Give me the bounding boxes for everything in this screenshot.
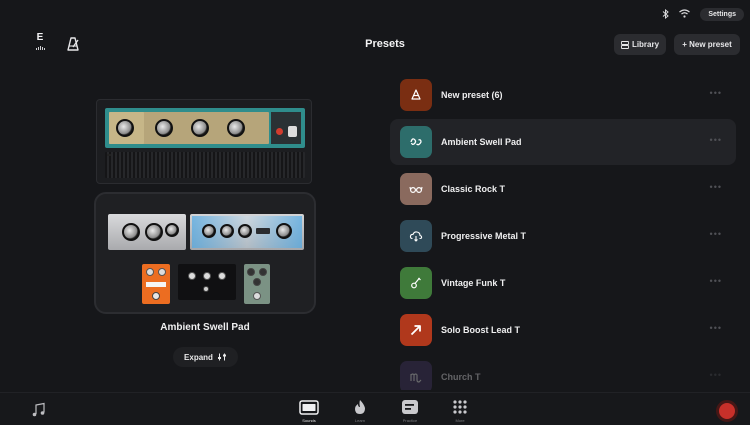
sliders-icon <box>217 353 226 361</box>
library-label: Library <box>631 40 660 49</box>
tab-practice[interactable]: Practice <box>395 398 425 423</box>
pedal-image <box>142 264 170 304</box>
pedal-image <box>244 264 270 304</box>
music-note-icon <box>32 402 45 417</box>
glasses-icon <box>400 173 432 205</box>
effects-board-image <box>94 192 316 314</box>
tab-sounds[interactable]: Sounds <box>294 398 324 423</box>
amp-knob <box>155 119 173 137</box>
practice-icon <box>402 400 418 414</box>
new-preset-label: + New preset <box>682 40 732 49</box>
more-icon[interactable]: ••• <box>710 276 722 286</box>
preset-row[interactable]: Solo Boost Lead T ••• <box>390 307 736 353</box>
tab-more[interactable]: More <box>445 398 475 423</box>
scorpio-icon <box>400 361 432 390</box>
rig-visual[interactable] <box>92 96 318 314</box>
wifi-icon <box>679 9 691 20</box>
status-icons: Settings <box>662 8 744 21</box>
header: E Presets Library + New preset <box>0 28 750 62</box>
amp-knob <box>227 119 245 137</box>
amp-icon <box>299 399 319 415</box>
preset-row[interactable]: Church T ••• <box>390 354 736 390</box>
rack-unit-image <box>108 214 186 250</box>
preset-name: Classic Rock T <box>441 184 506 194</box>
amp-logo <box>107 154 111 156</box>
preset-row-selected[interactable]: Ambient Swell Pad ••• <box>390 119 736 165</box>
tab-label: More <box>455 418 465 423</box>
library-icon <box>620 40 629 49</box>
arrow-icon <box>400 314 432 346</box>
guitar-icon <box>400 267 432 299</box>
tab-learn[interactable]: Learn <box>345 398 375 423</box>
preset-row[interactable]: Classic Rock T ••• <box>390 166 736 212</box>
preset-row[interactable]: New preset (6) ••• <box>390 72 736 118</box>
preset-name: Church T <box>441 372 481 382</box>
current-preset-name: Ambient Swell Pad <box>160 322 250 333</box>
rack-unit-image <box>190 214 304 250</box>
amp-control-panel <box>105 108 305 148</box>
new-preset-button[interactable]: + New preset <box>674 34 740 55</box>
more-icon[interactable]: ••• <box>710 88 722 98</box>
amp-grille <box>105 152 305 178</box>
tab-label: Practice <box>402 418 418 423</box>
more-icon[interactable]: ••• <box>710 323 722 333</box>
preset-name: Vintage Funk T <box>441 278 506 288</box>
record-button[interactable] <box>716 400 738 422</box>
preset-row[interactable]: Vintage Funk T ••• <box>390 260 736 306</box>
status-bar: Settings <box>0 0 750 28</box>
preset-name: Ambient Swell Pad <box>441 137 522 147</box>
tab-label: Learn <box>354 418 366 423</box>
more-icon[interactable]: ••• <box>710 229 722 239</box>
more-icon[interactable]: ••• <box>710 370 722 380</box>
preset-row[interactable]: Progressive Metal T ••• <box>390 213 736 259</box>
bluetooth-icon <box>662 8 670 21</box>
grid-icon <box>453 400 467 414</box>
tab-label: Sounds <box>302 418 316 423</box>
amp-knob <box>191 119 209 137</box>
expand-button[interactable]: Expand <box>173 347 238 367</box>
expand-label: Expand <box>184 352 213 362</box>
amp-head-image <box>96 99 312 184</box>
pedal-image <box>178 264 236 300</box>
flame-icon <box>355 400 365 414</box>
more-icon[interactable]: ••• <box>710 182 722 192</box>
preset-list[interactable]: New preset (6) ••• Ambient Swell Pad •••… <box>390 72 736 390</box>
pick-icon <box>400 79 432 111</box>
bottom-bar: Sounds Learn Practice More <box>0 392 750 425</box>
more-icon[interactable]: ••• <box>710 135 722 145</box>
preset-name: Solo Boost Lead T <box>441 325 521 335</box>
cloud-download-icon <box>400 220 432 252</box>
wave-icon <box>400 126 432 158</box>
amp-knob <box>116 119 134 137</box>
library-button[interactable]: Library <box>614 34 666 55</box>
preset-name: Progressive Metal T <box>441 231 527 241</box>
settings-button[interactable]: Settings <box>700 8 744 21</box>
preset-name: New preset (6) <box>441 90 503 100</box>
song-button[interactable] <box>31 402 47 418</box>
